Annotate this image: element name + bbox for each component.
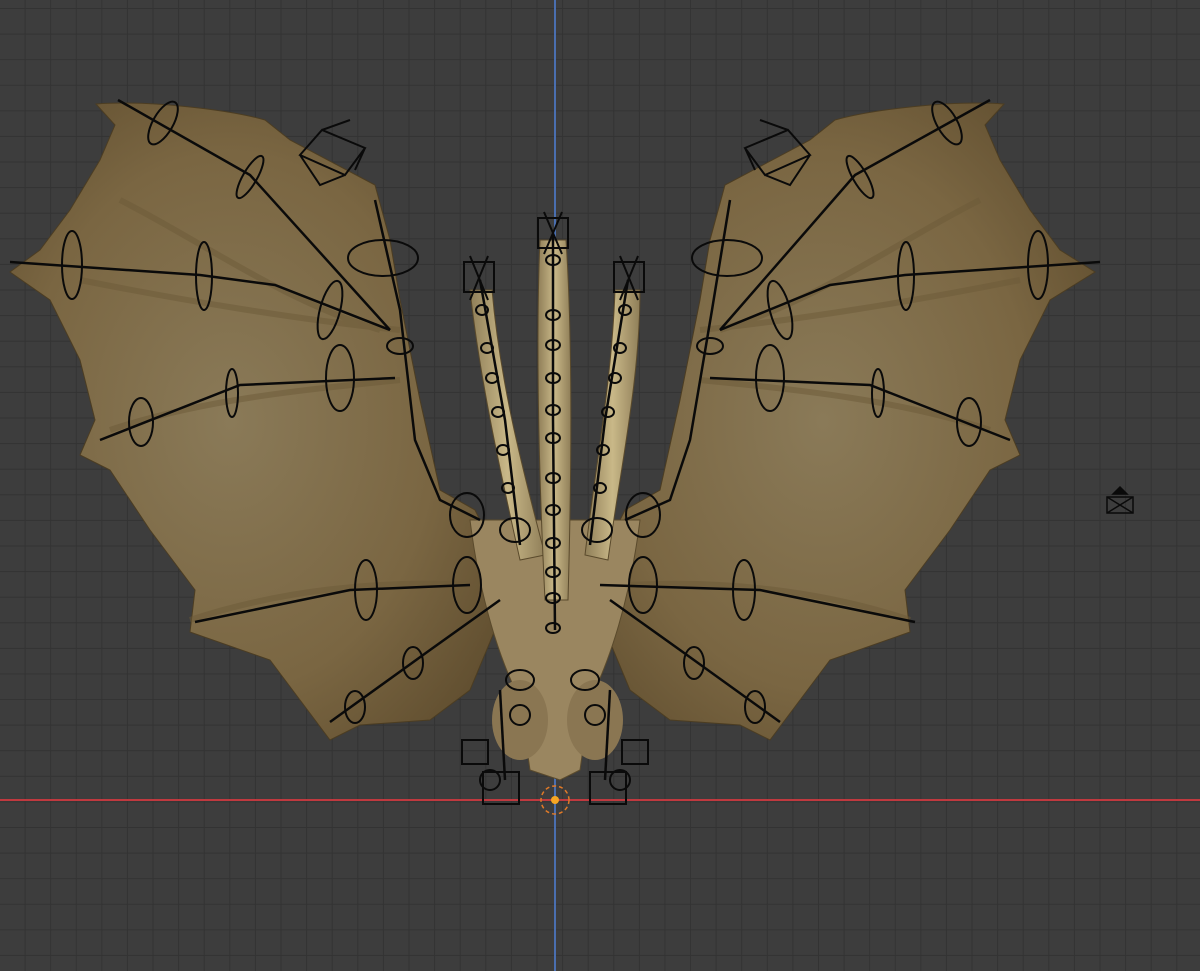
origin-icon[interactable] (540, 785, 570, 815)
camera-icon[interactable] (1106, 485, 1134, 514)
scene-canvas[interactable] (0, 0, 1200, 971)
3d-viewport[interactable] (0, 0, 1200, 971)
left-wing[interactable] (9, 102, 501, 741)
wing-cube-controls[interactable] (298, 119, 812, 187)
